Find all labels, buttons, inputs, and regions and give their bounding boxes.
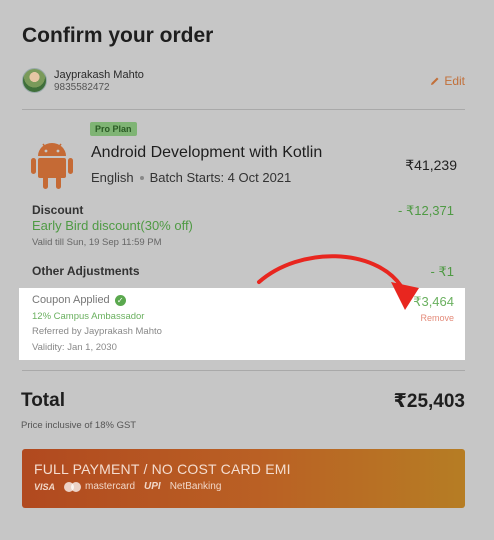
total-label: Total xyxy=(21,390,65,411)
course-title: Android Development with Kotlin xyxy=(91,144,323,161)
divider xyxy=(22,109,465,110)
divider xyxy=(22,370,465,371)
course-batch: Batch Starts: 4 Oct 2021 xyxy=(149,170,292,185)
remove-coupon-link[interactable]: Remove xyxy=(420,313,454,323)
check-circle-icon: ✓ xyxy=(114,294,126,306)
netbanking-label: NetBanking xyxy=(169,481,222,492)
adjustments-value: - ₹1 xyxy=(430,264,454,279)
coupon-referrer: Referred by Jayprakash Mahto xyxy=(32,326,162,337)
discount-validity: Valid till Sun, 19 Sep 11:59 PM xyxy=(32,237,162,248)
payment-methods: VISA mastercard UPI NetBanking xyxy=(34,481,221,492)
adjustments-label: Other Adjustments xyxy=(32,264,140,278)
coupon-label: Coupon Applied xyxy=(32,294,110,306)
discount-label: Discount xyxy=(32,203,84,217)
mastercard-circles-icon xyxy=(64,481,82,492)
curved-arrow xyxy=(257,254,419,310)
user-name: Jayprakash Mahto xyxy=(54,69,144,81)
visa-logo: VISA xyxy=(34,481,56,492)
pencil-icon xyxy=(431,77,439,85)
full-payment-label: FULL PAYMENT / NO COST CARD EMI xyxy=(34,461,291,477)
course-meta: English Batch Starts: 4 Oct 2021 xyxy=(91,170,291,185)
mastercard-label: mastercard xyxy=(85,481,136,492)
edit-label: Edit xyxy=(444,74,465,88)
coupon-validity: Validity: Jan 1, 2030 xyxy=(32,342,117,353)
edit-button[interactable]: Edit xyxy=(430,74,465,88)
discount-name: Early Bird discount(30% off) xyxy=(32,218,193,233)
separator-dot xyxy=(139,175,144,180)
discount-value: - ₹12,371 xyxy=(398,203,454,218)
gst-note: Price inclusive of 18% GST xyxy=(21,420,137,431)
coupon-header: Coupon Applied ✓ xyxy=(32,294,126,306)
page-title: Confirm your order xyxy=(22,24,214,47)
android-icon xyxy=(31,143,73,189)
course-price: ₹41,239 xyxy=(405,157,457,173)
total-value: ₹25,403 xyxy=(393,391,465,412)
full-payment-button[interactable] xyxy=(22,449,465,508)
coupon-name: 12% Campus Ambassador xyxy=(32,311,145,322)
course-language: English xyxy=(91,170,134,185)
user-phone: 9835582472 xyxy=(54,82,110,93)
upi-logo: UPI xyxy=(144,481,161,492)
mastercard-logo: mastercard xyxy=(64,481,135,492)
user-avatar xyxy=(22,68,47,93)
plan-badge: Pro Plan xyxy=(90,122,137,136)
